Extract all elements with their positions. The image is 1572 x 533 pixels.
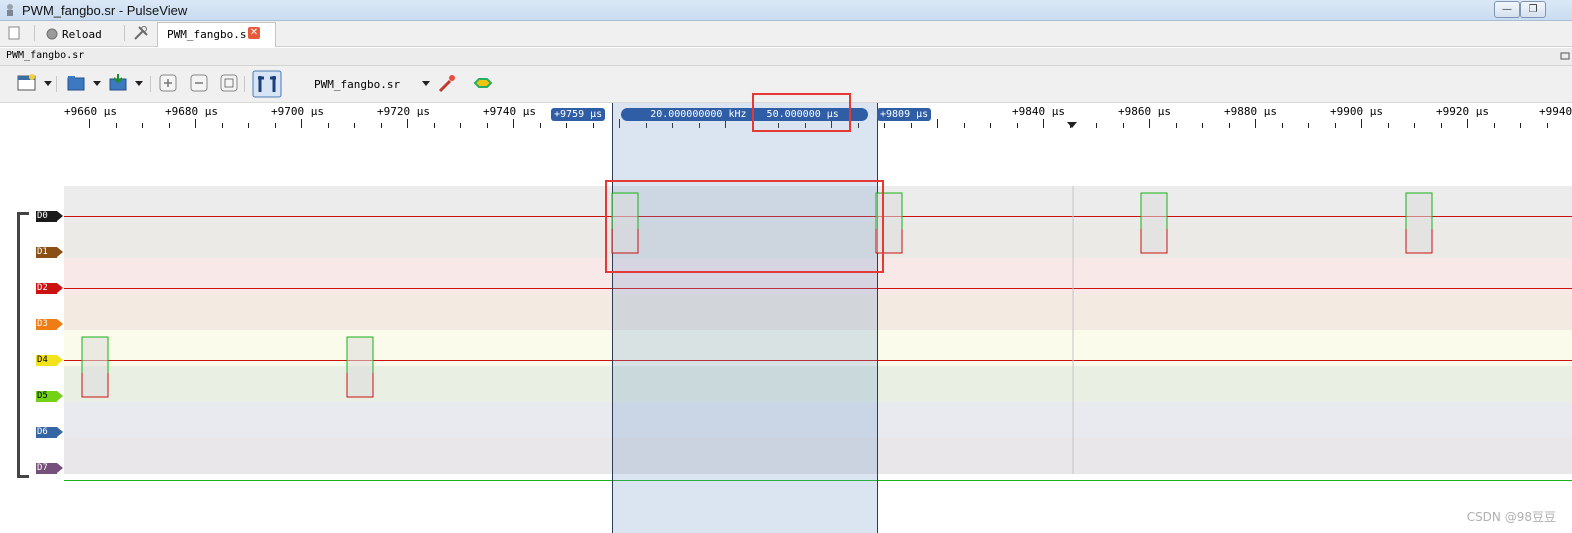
channel-label[interactable]: D3 [36, 319, 63, 330]
pulse-fill [1406, 193, 1432, 253]
annotation-box-period [752, 93, 851, 132]
frequency-readout: 20.000000000 kHz [650, 109, 747, 120]
pulse-fill [82, 337, 108, 397]
annotation-box-pulse [605, 180, 884, 273]
channel-group-bracket [17, 212, 29, 478]
channel-label[interactable]: D1 [36, 247, 63, 258]
channel-label[interactable]: D0 [36, 211, 63, 222]
channel-label[interactable]: D5 [36, 391, 63, 402]
cursor-right-flag[interactable]: +9809 μs [877, 108, 932, 121]
channel-label[interactable]: D7 [36, 463, 63, 474]
channel-label[interactable]: D4 [36, 355, 63, 366]
pulse-fill [1141, 193, 1167, 253]
channel-label[interactable]: D2 [36, 283, 63, 294]
cursor-left-flag[interactable]: +9759 μs [551, 108, 606, 121]
channel-label[interactable]: D6 [36, 427, 63, 438]
watermark: CSDN @98豆豆 [1466, 510, 1556, 524]
pulse-fill [347, 337, 373, 397]
